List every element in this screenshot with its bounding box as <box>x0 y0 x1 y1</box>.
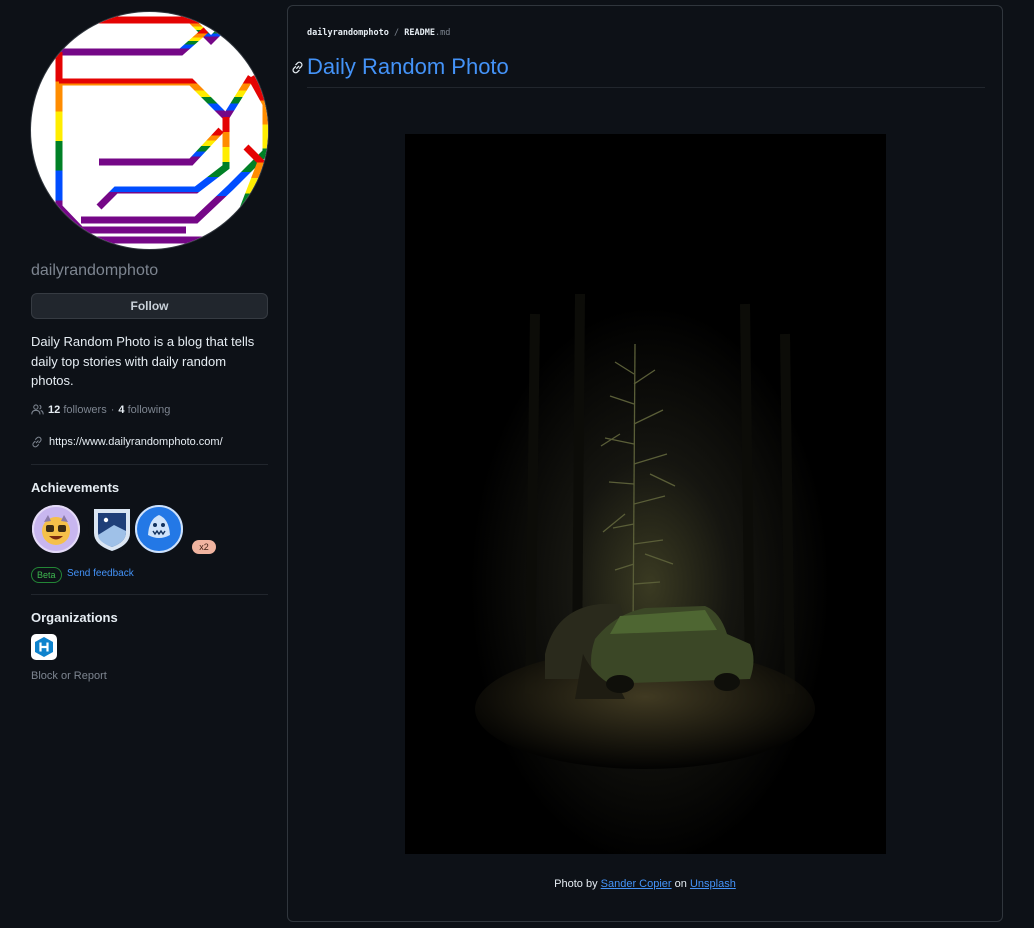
pull-shark-badge[interactable] <box>135 505 183 553</box>
following-link[interactable]: 4 following <box>118 404 170 416</box>
follow-stats: 12 followers · 4 following <box>31 403 170 416</box>
followers-label: followers <box>63 403 107 416</box>
profile-username: dailyrandomphoto <box>31 262 159 279</box>
pull-shark-badge-icon <box>135 505 183 553</box>
starstruck-badge-icon <box>32 505 80 553</box>
beta-label: Beta <box>31 567 62 583</box>
send-feedback-link[interactable]: Send feedback <box>67 568 134 579</box>
caption-prefix: Photo by <box>554 878 598 890</box>
anchor-link-icon[interactable] <box>291 61 304 74</box>
people-icon <box>31 404 44 415</box>
divider <box>31 594 268 595</box>
breadcrumb-extension: .md <box>434 28 451 38</box>
stats-separator: · <box>110 403 115 416</box>
organization-avatar[interactable] <box>31 634 57 660</box>
readme-title: Daily Random Photo <box>307 54 509 79</box>
starstruck-badge[interactable] <box>32 505 80 553</box>
daily-photo <box>405 134 886 854</box>
photo-caption: Photo by Sander Copier on Unsplash <box>288 878 1002 890</box>
following-label: following <box>127 403 171 416</box>
breadcrumb: dailyrandomphoto / README.md <box>307 28 450 38</box>
caption-middle: on <box>674 878 687 890</box>
website-row: https://www.dailyrandomphoto.com/ <box>31 436 223 448</box>
profile-bio: Daily Random Photo is a blog that tells … <box>31 334 255 388</box>
link-icon <box>32 436 42 448</box>
abandoned-car-forest-image <box>405 134 886 854</box>
breadcrumb-file: README <box>404 28 435 38</box>
follow-button[interactable]: Follow <box>31 293 268 319</box>
achievements-heading: Achievements <box>31 480 120 495</box>
unsplash-link[interactable]: Unsplash <box>690 878 736 890</box>
divider <box>31 464 268 465</box>
block-or-report-link[interactable]: Block or Report <box>31 670 107 682</box>
readme-panel: dailyrandomphoto / README.md Daily Rando… <box>287 5 1003 922</box>
arctic-vault-badge-icon <box>94 509 130 551</box>
rainbow-dy-logo-icon <box>41 16 268 244</box>
breadcrumb-repo[interactable]: dailyrandomphoto <box>307 28 389 38</box>
website-link[interactable]: https://www.dailyrandomphoto.com/ <box>49 436 223 448</box>
hexo-logo-icon <box>35 637 53 657</box>
profile-avatar[interactable] <box>31 12 268 249</box>
badge-multiplier: x2 <box>192 540 216 554</box>
title-divider <box>307 87 985 88</box>
followers-count: 12 <box>48 403 61 416</box>
followers-link[interactable]: 12 followers <box>48 404 107 416</box>
arctic-code-vault-badge[interactable] <box>88 505 136 553</box>
following-count: 4 <box>118 403 125 416</box>
breadcrumb-separator: / <box>394 28 400 38</box>
photographer-link[interactable]: Sander Copier <box>601 878 672 890</box>
organizations-heading: Organizations <box>31 610 118 625</box>
